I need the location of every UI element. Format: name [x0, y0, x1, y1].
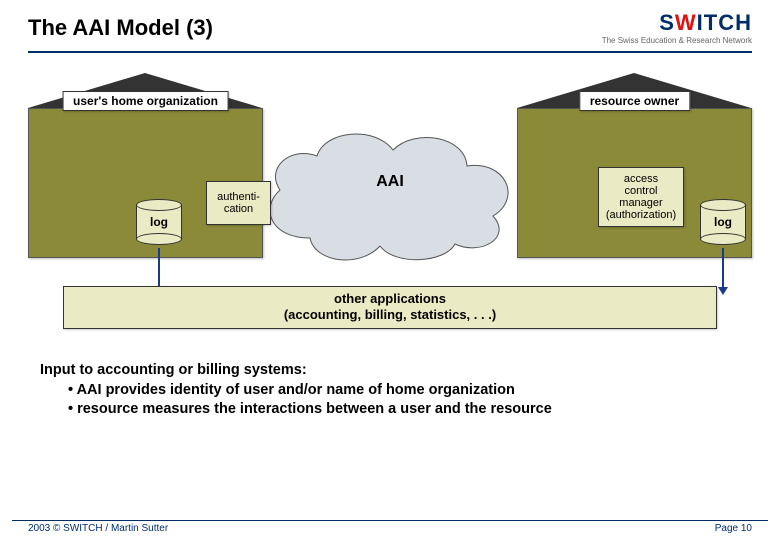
bullet-1: • AAI provides identity of user and/or n…: [68, 381, 740, 401]
header-rule: [28, 51, 752, 53]
body-text: Input to accounting or billing systems: …: [40, 361, 740, 420]
footer-right: Page 10: [715, 523, 752, 534]
aai-diagram: user's home organization resource owner …: [28, 73, 752, 333]
other-applications-box: other applications (accounting, billing,…: [63, 286, 717, 329]
authentication-box: authenti- cation: [206, 181, 271, 225]
switch-logo: SWITCH The Swiss Education & Research Ne…: [602, 10, 752, 45]
bullet-2: • resource measures the interactions bet…: [68, 400, 740, 420]
resource-owner-label: resource owner: [579, 91, 690, 111]
user-home-org-label: user's home organization: [62, 91, 229, 111]
arrow-right-log-to-apps: [722, 248, 724, 288]
aai-label: AAI: [376, 173, 404, 191]
slide-title: The AAI Model (3): [28, 15, 213, 41]
footer-left: 2003 © SWITCH / Martin Sutter: [28, 523, 168, 534]
body-heading: Input to accounting or billing systems:: [40, 361, 740, 381]
aai-cloud: AAI: [255, 118, 525, 268]
logo-tagline: The Swiss Education & Research Network: [602, 36, 752, 45]
access-control-manager-box: access control manager (authorization): [598, 167, 684, 227]
log-cylinder-right: log: [700, 199, 746, 245]
arrow-left-log-to-apps: [158, 248, 160, 288]
log-cylinder-left: log: [136, 199, 182, 245]
